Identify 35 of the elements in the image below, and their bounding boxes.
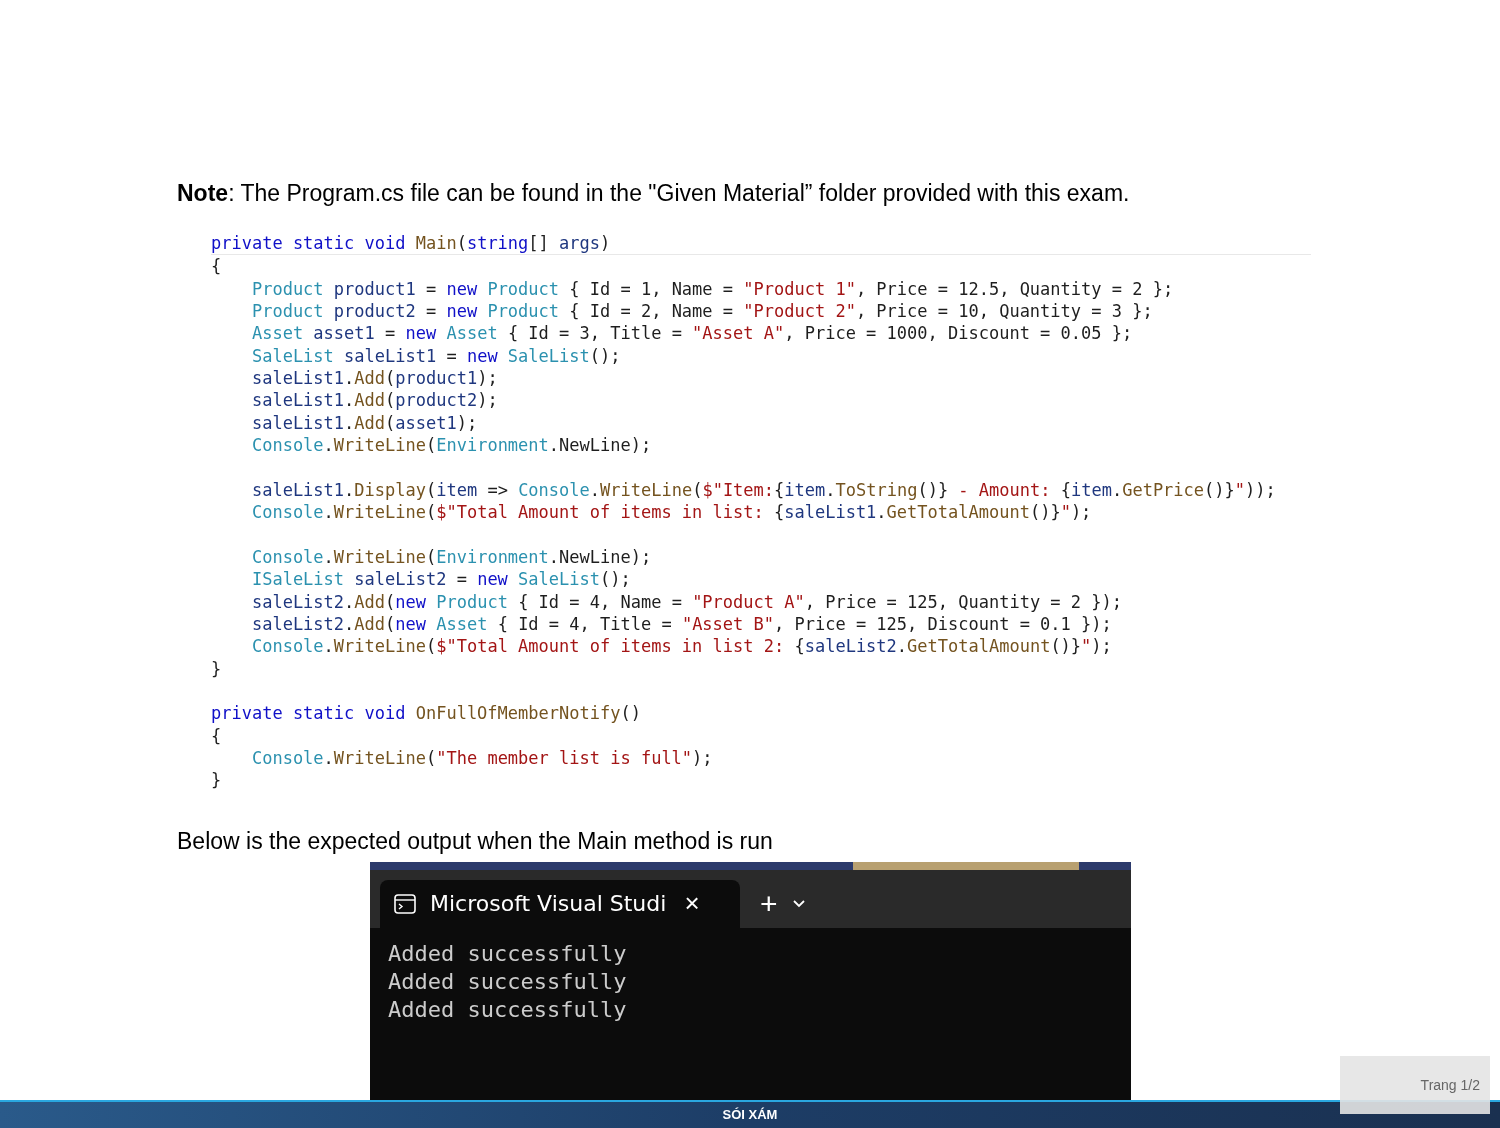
code-line: private static void Main(string[] args) — [211, 232, 611, 255]
code-line: private static void OnFullOfMemberNotify() — [211, 702, 641, 725]
code-line: saleList2.Add(new Product { Id = 4, Name = "Product A", Price = 125, Quantity = 2 }); — [250, 590, 1122, 613]
terminal-line: Added successfully — [388, 967, 627, 996]
tab-title: Microsoft Visual Studi — [430, 890, 667, 919]
output-caption: Below is the expected output when the Main method is run — [177, 826, 773, 856]
code-line: { — [211, 255, 222, 278]
chevron-down-icon[interactable] — [791, 898, 806, 909]
close-button[interactable]: × — [684, 884, 700, 924]
code-line: } — [211, 769, 222, 792]
code-line: saleList1.Add(product2); — [250, 389, 498, 412]
code-line: Console.WriteLine($"Total Amount of items in list 2: {saleList2.GetTotalAmount()}"); — [250, 635, 1112, 658]
code-line: Product product1 = new Product { Id = 1, Name = "Product 1", Price = 12.5, Quantity = 2 }; — [250, 277, 1174, 301]
terminal-line: Added successfully — [388, 995, 627, 1024]
code-line: Asset asset1 = new Asset { Id = 3, Title = "Asset A", Price = 1000, Discount = 0.05 }; — [250, 322, 1133, 345]
code-line: saleList1.Display(item => Console.WriteLine($"Item:{item.ToString()} - Amount: {item.GetPrice()}")); — [250, 478, 1276, 502]
code-line: Console.WriteLine("The member list is full"); — [250, 746, 713, 770]
code-line: saleList2.Add(new Asset { Id = 4, Title = "Asset B", Price = 125, Discount = 0.1 }); — [250, 612, 1112, 636]
code-line: SaleList saleList1 = new SaleList(); — [250, 344, 621, 368]
code-line: saleList1.Add(asset1); — [250, 411, 478, 435]
footer-title: SÓI XÁM — [722, 1106, 778, 1125]
code-line: ISaleList saleList2 = new SaleList(); — [250, 568, 631, 591]
terminal-line: Added successfully — [388, 939, 627, 968]
code-line: Console.WriteLine(Environment.NewLine); — [250, 545, 652, 569]
code-line: { — [211, 724, 222, 747]
code-line: Console.WriteLine(Environment.NewLine); — [250, 434, 652, 457]
console-icon — [394, 893, 416, 914]
code-line: } — [211, 657, 222, 680]
code-line: Product product2 = new Product { Id = 2, Name = "Product 2", Price = 10, Quantity = 3 }; — [250, 300, 1153, 323]
new-tab-button[interactable]: + — [760, 888, 778, 919]
code-line: Console.WriteLine($"Total Amount of items in list: {saleList1.GetTotalAmount()}"); — [250, 501, 1092, 524]
code-line: saleList1.Add(product1); — [250, 367, 498, 390]
terminal-tab[interactable]: Microsoft Visual Studi × — [380, 879, 740, 928]
note-text: Note: The Program.cs file can be found in the "Given Material” folder provided with this exam. — [177, 179, 1130, 208]
page-indicator: Trang 1/2 — [1340, 1056, 1490, 1114]
